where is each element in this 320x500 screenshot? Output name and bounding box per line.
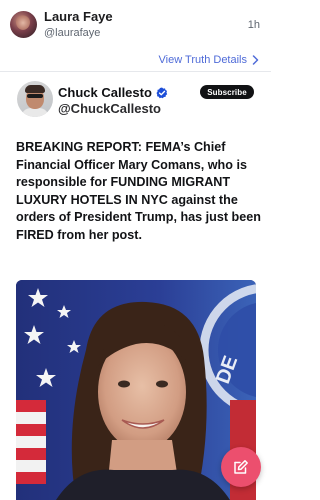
- quoted-author-name-row[interactable]: Chuck Callesto: [58, 85, 168, 100]
- quoted-author-avatar[interactable]: [17, 81, 53, 117]
- quoted-post-text: BREAKING REPORT: FEMA’s Chief Financial …: [16, 140, 261, 242]
- post-timestamp: 1h: [247, 19, 260, 31]
- compose-button[interactable]: [221, 447, 261, 487]
- quoted-author-name: Chuck Callesto: [58, 85, 152, 100]
- pencil-compose-icon: [234, 460, 248, 474]
- author-name[interactable]: Laura Faye: [44, 9, 113, 24]
- post-photo[interactable]: DE: [16, 280, 256, 500]
- author-handle[interactable]: @laurafaye: [44, 27, 100, 39]
- view-truth-details-label: View Truth Details: [158, 54, 247, 66]
- verified-check-icon: [156, 87, 168, 98]
- post-header: Laura Faye @laurafaye 1h: [0, 0, 271, 46]
- author-avatar[interactable]: [10, 11, 37, 38]
- chevron-right-icon: [252, 55, 259, 65]
- view-truth-details-link[interactable]: View Truth Details: [159, 54, 259, 66]
- quoted-author-handle[interactable]: @ChuckCallesto: [58, 101, 161, 116]
- subscribe-button[interactable]: Subscribe: [200, 85, 254, 99]
- photo-illustration: DE: [16, 280, 256, 500]
